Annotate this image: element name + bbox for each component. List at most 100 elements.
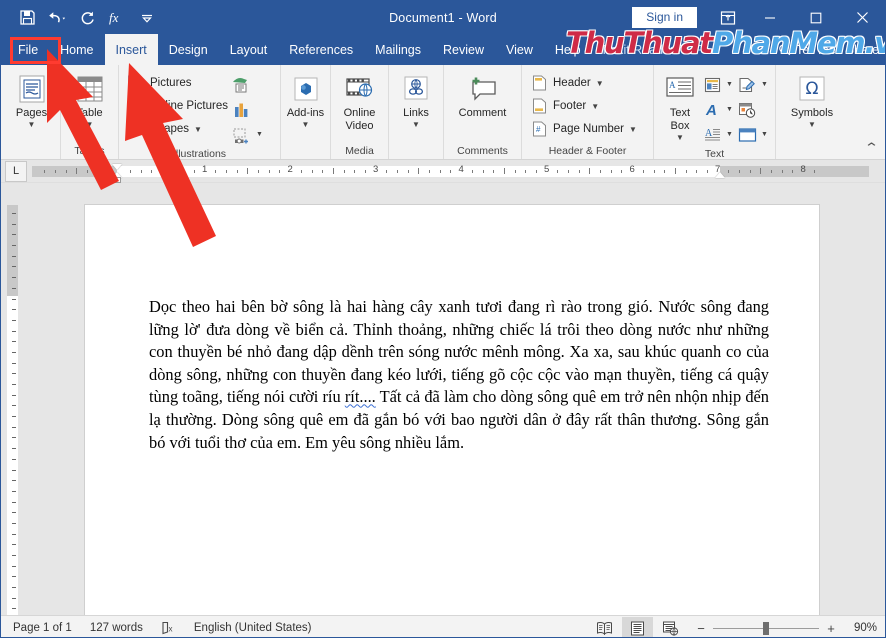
ruler-number: 3	[372, 164, 379, 175]
smartart-icon[interactable]	[231, 74, 253, 96]
screenshot-caret-icon[interactable]: ▼	[254, 124, 265, 146]
zoom-slider-thumb[interactable]	[763, 621, 769, 635]
online-pictures-icon	[127, 97, 145, 115]
page-number-caret-icon[interactable]: ▼	[629, 125, 637, 134]
document-body-text[interactable]: Dọc theo hai bên bờ sông là hai hàng cây…	[149, 296, 769, 454]
date-time-icon[interactable]	[736, 99, 758, 121]
drop-cap-icon[interactable]: A	[701, 124, 723, 146]
quick-parts-icon[interactable]	[701, 74, 723, 96]
undo-icon[interactable]	[43, 5, 71, 31]
add-ins-caret-icon[interactable]: ▼	[302, 121, 310, 129]
wordart-caret-icon[interactable]: ▼	[724, 99, 735, 121]
tell-me-box[interactable]: Tell me	[778, 43, 836, 57]
print-layout-view-button[interactable]	[622, 617, 653, 637]
online-video-button[interactable]: Online Video	[336, 70, 383, 133]
ruler-tick	[386, 170, 388, 173]
tab-view[interactable]: View	[495, 34, 544, 65]
vruler-segment	[7, 296, 18, 615]
table-caret-icon[interactable]: ▼	[86, 121, 94, 129]
screenshot-row: ▼	[231, 123, 265, 146]
ruler-tick	[503, 168, 505, 174]
web-layout-view-button[interactable]	[655, 617, 686, 637]
tab-insert[interactable]: Insert	[104, 34, 158, 65]
ribbon-group-text: A Text Box ▼ ▼ ▼ A ▼ A ▼ ▼ Text	[654, 65, 776, 160]
tab-file[interactable]: File	[7, 34, 49, 65]
table-button[interactable]: Table ▼	[66, 70, 113, 129]
add-ins-button[interactable]: Add-ins ▼	[286, 70, 325, 129]
vruler-tick	[12, 299, 16, 300]
maximize-button[interactable]	[793, 1, 839, 34]
customize-qat-icon[interactable]	[133, 5, 161, 31]
zoom-out-button[interactable]: −	[696, 621, 706, 636]
sign-in-button[interactable]: Sign in	[632, 7, 697, 28]
vertical-ruler	[1, 183, 19, 615]
collapse-ribbon-icon[interactable]: ⌃	[864, 140, 879, 156]
symbols-caret-icon[interactable]: ▼	[808, 121, 816, 129]
object-caret-icon[interactable]: ▼	[759, 124, 770, 146]
footer-caret-icon[interactable]: ▼	[591, 102, 599, 111]
ribbon-insert: Pages ▼ Table ▼ Tables Pictures Online P…	[1, 65, 885, 160]
links-button[interactable]: Links ▼	[394, 70, 438, 129]
read-mode-view-button[interactable]	[589, 617, 620, 637]
ruler-tick	[674, 168, 676, 174]
zoom-controls: − + 90%	[696, 621, 877, 636]
page-number-icon: #	[530, 120, 548, 138]
share-button[interactable]: Share	[846, 43, 879, 57]
tab-help[interactable]: Help	[544, 34, 592, 65]
vruler-tick	[12, 544, 16, 545]
drop-cap-caret-icon[interactable]: ▼	[724, 124, 735, 146]
save-icon[interactable]	[13, 5, 41, 31]
zoom-level-label[interactable]: 90%	[843, 622, 877, 634]
footer-button[interactable]: Footer ▼	[527, 95, 640, 117]
pictures-button[interactable]: Pictures	[124, 72, 231, 94]
ribbon-display-options-icon[interactable]	[709, 1, 747, 34]
ruler-tick	[418, 168, 420, 174]
screenshot-icon[interactable]	[231, 124, 253, 146]
shapes-caret-icon[interactable]: ▼	[194, 125, 202, 134]
shapes-button[interactable]: Shapes ▼	[124, 118, 231, 140]
signature-line-icon[interactable]	[736, 74, 758, 96]
page-number-label: Page Number	[553, 123, 624, 135]
text-box-caret-icon[interactable]: ▼	[676, 134, 684, 142]
tab-layout[interactable]: Layout	[219, 34, 279, 65]
online-pictures-button[interactable]: Online Pictures	[124, 95, 231, 117]
horizontal-ruler[interactable]: 12345678	[32, 163, 869, 183]
tab-design[interactable]: Design	[158, 34, 219, 65]
vruler-tick	[12, 480, 16, 481]
signature-line-caret-icon[interactable]: ▼	[759, 74, 770, 96]
pages-button[interactable]: Pages ▼	[8, 70, 55, 129]
zoom-in-button[interactable]: +	[826, 621, 836, 636]
vruler-tick	[12, 416, 16, 417]
header-caret-icon[interactable]: ▼	[596, 79, 604, 88]
proofing-errors-icon[interactable]: x	[161, 621, 176, 635]
quick-parts-caret-icon[interactable]: ▼	[724, 74, 735, 96]
document-page[interactable]: Dọc theo hai bên bờ sông là hai hàng cây…	[85, 205, 819, 615]
fx-icon[interactable]: fx	[103, 5, 131, 31]
wordart-icon[interactable]: A	[701, 99, 723, 121]
comment-button[interactable]: Comment	[449, 70, 516, 120]
chart-icon[interactable]	[231, 99, 253, 121]
redo-icon[interactable]	[73, 5, 101, 31]
close-button[interactable]	[839, 1, 885, 34]
text-box-button[interactable]: A Text Box ▼	[659, 70, 701, 142]
links-caret-icon[interactable]: ▼	[412, 121, 420, 129]
first-line-indent-marker[interactable]	[112, 164, 122, 170]
object-icon[interactable]	[736, 124, 758, 146]
right-indent-marker[interactable]	[714, 172, 725, 178]
header-button[interactable]: Header ▼	[527, 72, 640, 94]
tab-foxit-reader-pdf[interactable]: Foxit Reader PDF	[592, 34, 714, 65]
tab-stop-selector[interactable]: L	[5, 160, 27, 182]
tab-review[interactable]: Review	[432, 34, 495, 65]
tab-references[interactable]: References	[278, 34, 364, 65]
tab-home[interactable]: Home	[49, 34, 104, 65]
ruler-tick	[140, 170, 142, 173]
tab-mailings[interactable]: Mailings	[364, 34, 432, 65]
language-indicator[interactable]: English (United States)	[194, 622, 312, 634]
page-indicator[interactable]: Page 1 of 1	[13, 622, 72, 634]
minimize-button[interactable]	[747, 1, 793, 34]
symbols-button[interactable]: Ω Symbols ▼	[786, 70, 838, 129]
pages-caret-icon[interactable]: ▼	[28, 121, 36, 129]
zoom-slider[interactable]	[713, 621, 819, 635]
word-count[interactable]: 127 words	[90, 622, 143, 634]
page-number-button[interactable]: # Page Number ▼	[527, 118, 640, 140]
